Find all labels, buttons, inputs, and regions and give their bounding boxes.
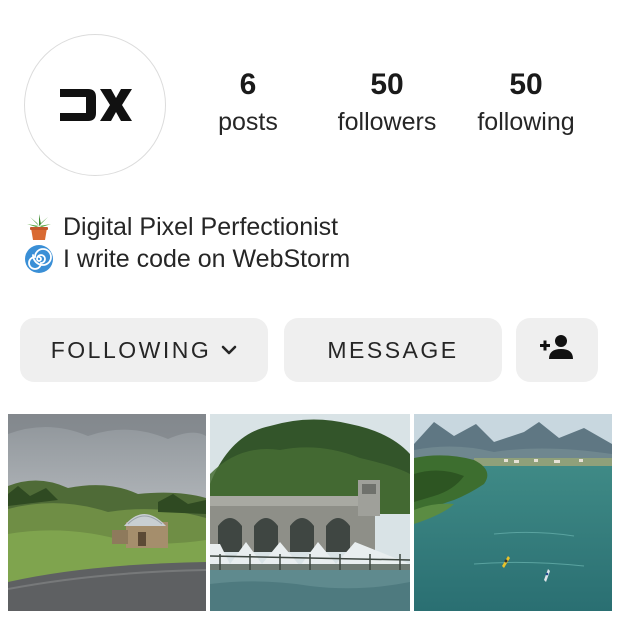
following-stat[interactable]: 50 following: [456, 68, 596, 138]
dx-logo-icon: [60, 89, 132, 121]
posts-label: posts: [218, 108, 278, 136]
bio-line: Digital Pixel Perfectionist: [24, 211, 350, 243]
profile-avatar[interactable]: [24, 34, 166, 176]
posts-stat[interactable]: 6 posts: [178, 68, 318, 138]
hillside-observatory-photo: [8, 414, 206, 611]
posts-count: 6: [239, 68, 257, 101]
add-person-icon: [539, 333, 575, 367]
followers-label: followers: [337, 108, 437, 136]
followers-stat[interactable]: 50 followers: [317, 68, 457, 138]
lake-kayaks-photo: [414, 414, 612, 611]
spiral-icon: [24, 244, 54, 274]
potted-plant-icon: [24, 212, 54, 242]
bio-line: I write code on WebStorm: [24, 243, 350, 275]
bio-text: Digital Pixel Perfectionist: [63, 213, 339, 241]
following-count: 50: [509, 68, 543, 101]
followers-count: 50: [370, 68, 404, 101]
grid-photo[interactable]: [210, 414, 410, 611]
message-button-label: MESSAGE: [327, 336, 459, 363]
dam-spillway-photo: [210, 414, 410, 611]
profile-bio: Digital Pixel Perfectionist I write code…: [24, 211, 350, 275]
add-user-button[interactable]: [516, 318, 598, 382]
grid-photo[interactable]: [414, 414, 612, 611]
grid-photo[interactable]: [8, 414, 206, 611]
chevron-down-icon: [221, 344, 237, 356]
bio-text: I write code on WebStorm: [63, 245, 351, 273]
following-button-label: FOLLOWING: [50, 336, 212, 363]
following-label: following: [477, 108, 575, 136]
message-button[interactable]: MESSAGE: [284, 318, 502, 382]
following-button[interactable]: FOLLOWING: [20, 318, 268, 382]
